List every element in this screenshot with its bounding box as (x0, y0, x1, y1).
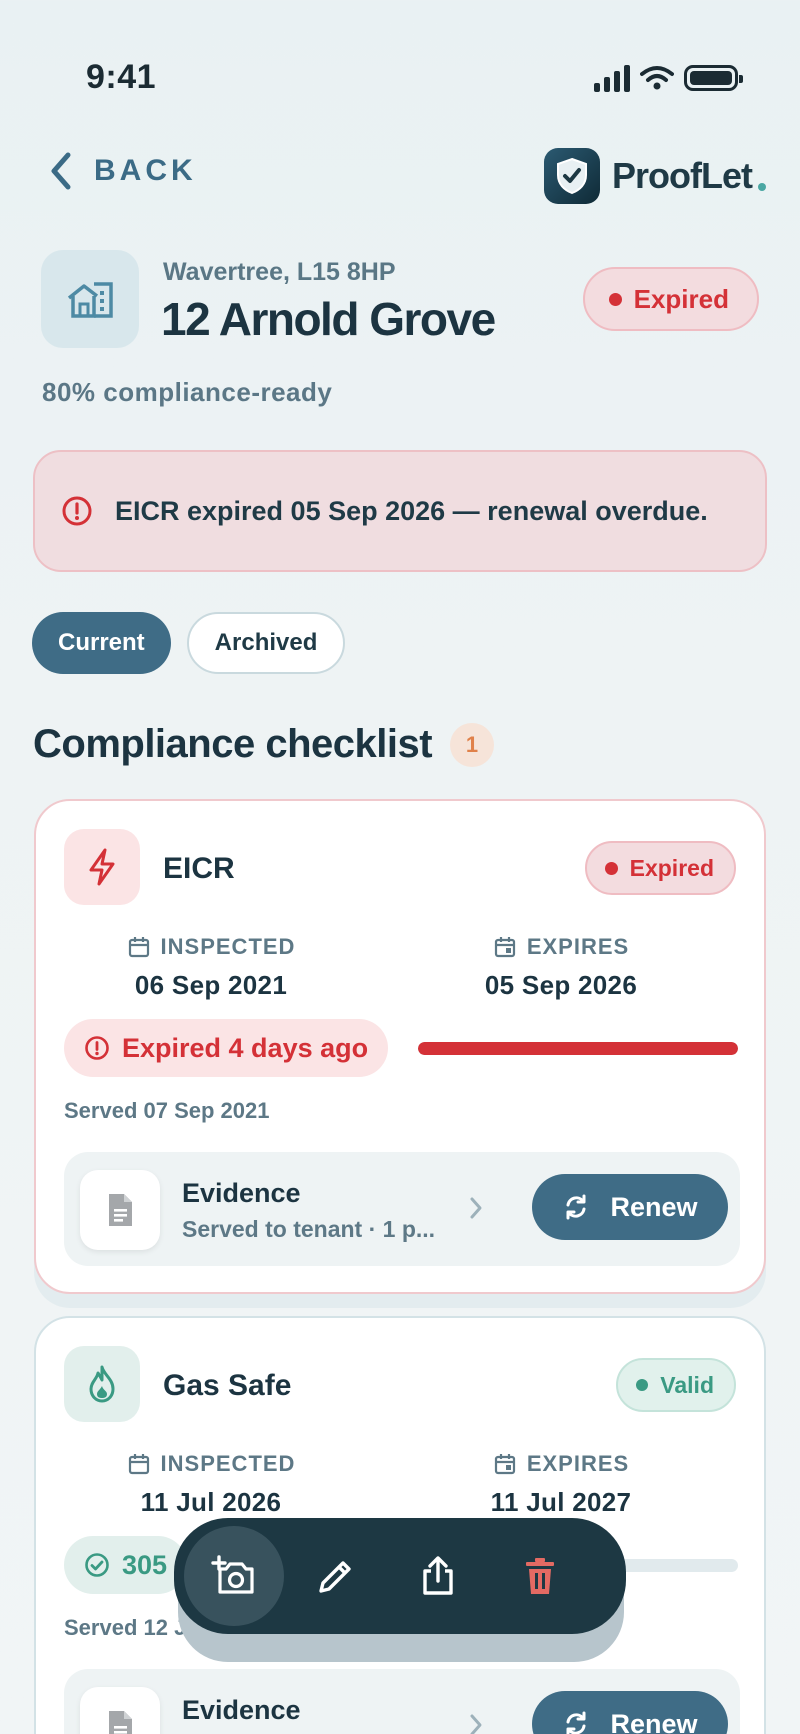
brand-dot (758, 183, 766, 191)
add-photo-icon (211, 1555, 254, 1594)
edit-button[interactable] (286, 1526, 386, 1626)
expiry-countdown: Expired 4 days ago (64, 1019, 389, 1077)
calendar-event-icon (494, 937, 515, 958)
calendar-icon (128, 1454, 149, 1475)
checklist-card-eicr[interactable]: EICR Expired INSPECTED 06 Sep 2021 EXPIR… (34, 799, 766, 1294)
compliance-readiness: 80% compliance-ready (42, 377, 333, 407)
expires-date: EXPIRES 05 Sep 2026 (446, 934, 676, 1001)
status-icons (594, 64, 743, 92)
tab-current[interactable]: Current (32, 612, 171, 674)
edit-icon (319, 1561, 351, 1593)
document-icon (80, 1170, 160, 1250)
share-button[interactable] (388, 1526, 488, 1626)
renew-button[interactable]: Renew (532, 1174, 728, 1240)
expires-label: EXPIRES (526, 934, 630, 959)
chevron-right-icon (470, 1197, 482, 1219)
card-status-label: Expired (629, 854, 714, 881)
checklist-header: Compliance checklist 1 (33, 722, 495, 767)
flame-icon (64, 1346, 140, 1422)
card-title: EICR (163, 852, 235, 885)
expires-label: EXPIRES (526, 1451, 630, 1476)
status-dot (636, 1379, 649, 1391)
calendar-icon (128, 937, 149, 958)
inspected-label: INSPECTED (160, 934, 296, 959)
alert-text: EICR expired 05 Sep 2026 — renewal overd… (115, 495, 708, 526)
alert-count-badge: 1 (450, 722, 495, 767)
renew-label: Renew (610, 1191, 698, 1222)
card-status-label: Valid (660, 1371, 714, 1398)
expires-date: EXPIRES 11 Jul 2027 (446, 1451, 676, 1518)
back-button[interactable]: BACK (50, 152, 197, 190)
lightning-icon (64, 829, 140, 905)
inspected-date: INSPECTED 11 Jul 2026 (96, 1451, 326, 1518)
add-photo-button[interactable] (184, 1526, 284, 1626)
validity-countdown: 305 (64, 1536, 188, 1594)
calendar-event-icon (494, 1454, 515, 1475)
countdown-text: Expired 4 days ago (122, 1032, 369, 1063)
building-icon (41, 250, 139, 348)
property-title: 12 Arnold Grove (161, 293, 496, 345)
property-status-label: Expired (633, 283, 729, 314)
property-area: Wavertree, L15 8HP (163, 258, 396, 286)
evidence-row[interactable]: Evidence Served to tenant · 1 p... Renew (64, 1152, 740, 1266)
served-date: Served 07 Sep 2021 (64, 1098, 270, 1123)
status-time: 9:41 (86, 58, 157, 96)
expires-value: 11 Jul 2027 (490, 1487, 632, 1517)
check-circle-icon (85, 1553, 109, 1577)
brand-name: ProofLet (612, 155, 753, 196)
section-title: Compliance checklist (33, 722, 433, 766)
status-dot (608, 292, 622, 306)
delete-button[interactable] (490, 1526, 590, 1626)
inspected-value: 06 Sep 2021 (134, 970, 288, 1000)
back-label: BACK (94, 154, 197, 187)
cellular-signal-icon (594, 64, 630, 92)
chevron-right-icon (470, 1714, 482, 1734)
shield-check-icon (544, 148, 600, 204)
card-status-badge: Valid (616, 1358, 736, 1412)
card-title: Gas Safe (163, 1369, 292, 1402)
countdown-text: 305 (122, 1549, 168, 1580)
inspected-value: 11 Jul 2026 (140, 1487, 282, 1517)
alert-circle-icon (62, 496, 92, 526)
validity-progress-fill (418, 1042, 738, 1055)
inspected-date: INSPECTED 06 Sep 2021 (96, 934, 326, 1001)
tab-archived[interactable]: Archived (186, 612, 346, 674)
chevron-left-icon (51, 152, 71, 190)
card-status-badge: Expired (584, 841, 736, 895)
expires-value: 05 Sep 2026 (484, 970, 638, 1000)
validity-progress-bar (418, 1042, 738, 1055)
renew-button[interactable]: Renew (532, 1691, 728, 1734)
share-icon (423, 1556, 453, 1595)
evidence-title: Evidence (182, 1695, 301, 1725)
document-icon (80, 1687, 160, 1734)
floating-action-bar (174, 1518, 626, 1634)
battery-icon (684, 65, 743, 91)
status-dot (604, 861, 618, 875)
renew-label: Renew (610, 1708, 698, 1734)
expiry-alert-banner: EICR expired 05 Sep 2026 — renewal overd… (33, 450, 767, 572)
evidence-row[interactable]: Evidence Renew (64, 1669, 740, 1734)
alert-circle-icon (85, 1036, 109, 1060)
refresh-icon (566, 1711, 586, 1734)
delete-icon (526, 1558, 554, 1594)
property-status-badge: Expired (582, 267, 759, 331)
refresh-icon (566, 1194, 586, 1220)
evidence-subtitle: Served to tenant · 1 p... (182, 1216, 436, 1242)
tab-bar: Current Archived (32, 612, 346, 674)
inspected-label: INSPECTED (160, 1451, 296, 1476)
wifi-icon (640, 66, 674, 90)
evidence-title: Evidence (182, 1178, 301, 1208)
brand: ProofLet (544, 148, 766, 204)
